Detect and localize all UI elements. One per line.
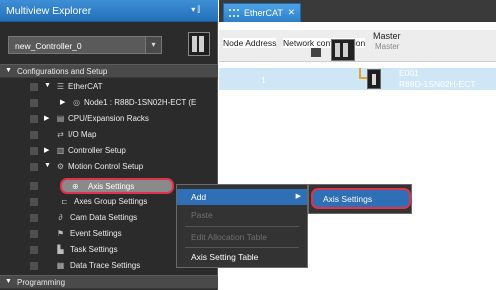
tree-label: Data Trace Settings [70,261,141,270]
menu-separator [185,247,299,248]
tree-label: Programming [17,278,66,287]
rack-icon: ▤ [56,114,65,123]
tree-item-axis-settings[interactable]: ⊕ Axis Settings [60,178,174,194]
tree-label: EtherCAT [68,82,103,91]
tab-ethercat[interactable]: EtherCAT ✕ [223,3,301,22]
add-submenu: Axis Settings [308,184,412,214]
tree-label: Cam Data Settings [70,213,138,222]
tree-item-motion-control[interactable]: ▼ ⚙ Motion Control Setup [0,160,218,174]
tree-item-cpu-racks[interactable]: ▶ ▤ CPU/Expansion Racks [0,112,218,126]
explorer-title: Multiview Explorer [6,5,92,17]
pin-icon[interactable]: ▾ ⫿ [191,5,200,15]
tree-item-ethercat[interactable]: ▼ ☰ EtherCAT [0,80,218,94]
tree-label: Event Settings [70,229,122,238]
tree-label: I/O Map [68,130,97,139]
io-map-icon: ⇄ [57,130,64,139]
submenu-item-axis-settings[interactable]: Axis Settings [311,188,411,209]
tab-label: EtherCAT [244,8,283,18]
network-header: Node Address Network configuration Maste… [219,30,496,62]
node-model: R88D-1SN02H-ECT [399,79,476,89]
controller-select[interactable]: new_Controller_0 ▾ [8,36,162,54]
menu-item-label: Axis Settings [323,194,373,204]
task-icon: ▙ [57,245,64,254]
gear-icon: ⚙ [56,162,65,171]
network-node-row[interactable]: 1 E001 R88D-1SN02H-ECT [219,68,496,90]
ethercat-icon: ☰ [56,82,65,91]
grip-icon [229,9,239,17]
flag-icon: ⚑ [56,229,65,238]
menu-item-label: Axis Setting Table [191,252,259,262]
editor-tab-strip: EtherCAT ✕ [219,0,496,22]
menu-item-edit-allocation[interactable]: Edit Allocation Table [177,229,307,245]
controller-setup-icon: ▥ [56,146,65,155]
master-device-icon[interactable] [331,39,355,61]
node-address: 1 [261,75,266,85]
node-name: E001 [399,68,419,78]
tree-label: Axis Settings [88,182,135,191]
expand-arrow-icon[interactable]: ▼ [5,278,12,285]
menu-item-axis-setting-table[interactable]: Axis Setting Table [177,249,307,265]
expand-arrow-icon[interactable]: ▼ [44,82,51,89]
axes-group-icon: ⊏ [61,197,68,206]
expand-arrow-icon[interactable]: ▼ [5,67,12,74]
menu-separator [185,226,299,227]
tree-label: Axes Group Settings [74,197,148,206]
controller-device-icon [188,32,210,56]
tree-label: CPU/Expansion Racks [68,114,149,123]
tree-item-io-map[interactable]: ⇄ I/O Map [0,128,218,142]
context-menu: Add ▶ Paste Edit Allocation Table Axis S… [176,184,308,268]
tree-label: Motion Control Setup [68,162,144,171]
node-icon: ◎ [73,98,80,107]
collapse-icon[interactable] [311,48,321,57]
menu-item-paste[interactable]: Paste [177,207,307,223]
menu-item-label: Edit Allocation Table [191,232,267,242]
cam-icon: ∂ [58,213,63,222]
expand-arrow-icon[interactable]: ▶ [44,114,49,122]
tree-item-node1[interactable]: ▶ ◎ Node1 : R88D-1SN02H-ECT (E [0,96,218,110]
submenu-arrow-icon: ▶ [295,193,301,200]
slave-device-icon[interactable] [367,69,381,89]
close-icon[interactable]: ✕ [288,7,295,18]
menu-item-add[interactable]: Add ▶ [177,189,307,205]
tree-label: Task Settings [70,245,118,254]
chevron-down-icon[interactable]: ▾ [145,37,161,53]
expand-arrow-icon[interactable]: ▶ [60,98,65,106]
master-sublabel: Master [375,42,400,51]
controller-select-value: new_Controller_0 [15,41,82,51]
explorer-title-bar: Multiview Explorer ▾ ⫿ [0,0,218,22]
tree-label: Configurations and Setup [17,67,108,76]
tree-label: Node1 : R88D-1SN02H-ECT (E [84,98,197,107]
expand-arrow-icon[interactable]: ▶ [44,146,49,154]
expand-arrow-icon[interactable]: ▼ [44,162,51,169]
tree-item-controller-setup[interactable]: ▶ ▥ Controller Setup [0,144,218,158]
master-label: Master [373,31,401,41]
column-node-address: Node Address [223,38,277,48]
axis-icon: ⊕ [72,182,79,191]
trace-icon: ▦ [56,261,65,270]
menu-item-label: Add [191,192,207,202]
menu-item-label: Paste [191,210,213,220]
tree-section-configurations[interactable]: ▼ Configurations and Setup [0,64,218,78]
tree-label: Controller Setup [68,146,126,155]
tree-section-programming[interactable]: ▼ Programming [0,275,218,289]
